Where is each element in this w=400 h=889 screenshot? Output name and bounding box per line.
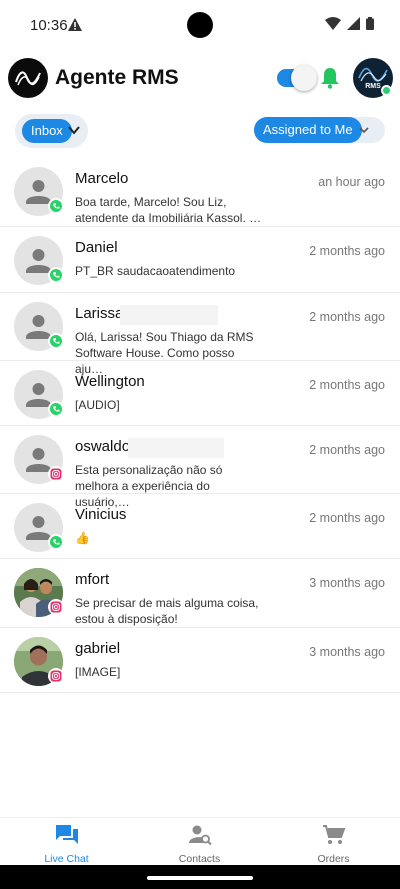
system-gesture-area [0,865,400,889]
whatsapp-icon [48,534,64,550]
nav-orders-label: Orders [317,853,350,865]
message-preview: [IMAGE] [75,665,121,679]
nav-orders[interactable]: Orders [267,818,400,866]
message-preview: PT_BR saudacaoatendimento [75,264,236,278]
conversation-row[interactable]: Daniel 2 months ago PT_BR saudacaoatendi… [0,227,400,293]
contact-name: Daniel [75,239,118,256]
message-time: 2 months ago [309,310,385,324]
battery-icon [366,17,374,30]
logo-wave-icon [15,71,41,86]
message-time: 3 months ago [309,645,385,659]
nav-live-chat-label: Live Chat [44,853,89,865]
message-time: 3 months ago [309,576,385,590]
whatsapp-icon [48,401,64,417]
nav-live-chat[interactable]: Live Chat [0,818,133,866]
message-time: 2 months ago [309,443,385,457]
camera-cutout [187,12,213,38]
message-time: an hour ago [318,175,385,189]
whatsapp-icon [48,333,64,349]
message-time: 2 months ago [309,378,385,392]
availability-toggle[interactable] [277,65,317,91]
message-preview: Boa tarde, Marcelo! Sou Liz, atendente d… [75,195,262,225]
status-icons [325,17,374,30]
contact-name: Wellington [75,373,145,390]
contact-name: oswaldo [75,438,131,455]
conversation-row[interactable]: mfort 3 months ago Se precisar de mais a… [0,559,400,628]
chevron-down-icon[interactable] [358,124,370,136]
contact-name: mfort [75,571,110,588]
message-preview: [AUDIO] [75,398,120,412]
conversation-row[interactable]: Marcelo an hour ago Boa tarde, Marcelo! … [0,158,400,227]
conversation-row[interactable]: Vinicius 2 months ago 👍 [0,494,400,559]
signal-icon [347,17,360,30]
warning-icon [68,18,82,31]
message-preview: 👍 [75,531,90,545]
conversation-row[interactable]: Wellington 2 months ago [AUDIO] [0,361,400,426]
inbox-chip[interactable]: Inbox [22,119,72,143]
chevron-down-icon[interactable] [67,123,81,137]
assigned-chip[interactable]: Assigned to Me [254,117,362,143]
contact-name: Vinicius [75,506,127,523]
nav-contacts[interactable]: Contacts [133,818,266,866]
bottom-navigation: Live Chat Contacts Orders [0,817,400,865]
contact-search-icon [188,825,212,846]
app-logo [8,58,48,98]
conversation-list: Marcelo an hour ago Boa tarde, Marcelo! … [0,158,400,693]
message-preview: Se precisar de mais alguma coisa, estou … [75,596,259,626]
wifi-icon [325,17,341,30]
redacted-name-block [120,305,218,325]
conversation-row[interactable]: Larissa 2 months ago Olá, Larissa! Sou T… [0,293,400,376]
status-bar: 10:36 [0,0,400,50]
conversation-row[interactable]: oswaldo 2 months ago Esta personalização… [0,426,400,509]
chat-icon [55,825,78,844]
app-header: Agente RMS RMS [0,56,400,100]
conversation-row[interactable]: gabriel 3 months ago [IMAGE] [0,628,400,693]
nav-contacts-label: Contacts [178,853,221,865]
status-time: 10:36 [30,17,68,34]
bell-icon[interactable] [320,67,340,89]
contact-name: gabriel [75,640,121,657]
whatsapp-icon [48,267,64,283]
instagram-icon [48,466,64,482]
instagram-icon [48,599,64,615]
home-gesture-handle[interactable] [147,876,253,880]
app-title: Agente RMS [55,66,179,89]
toggle-thumb [291,65,317,91]
contact-name: Marcelo [75,170,129,187]
assignee-filter[interactable]: Assigned to Me [254,117,385,143]
instagram-icon [48,668,64,684]
cart-icon [322,825,345,844]
filters-bar: Inbox Assigned to Me [0,114,400,148]
whatsapp-icon [48,198,64,214]
redacted-name-block [128,438,224,458]
contact-name: Larissa [75,305,124,322]
inbox-filter[interactable]: Inbox [15,114,88,148]
message-time: 2 months ago [309,511,385,525]
message-time: 2 months ago [309,244,385,258]
online-status-dot [381,85,392,96]
